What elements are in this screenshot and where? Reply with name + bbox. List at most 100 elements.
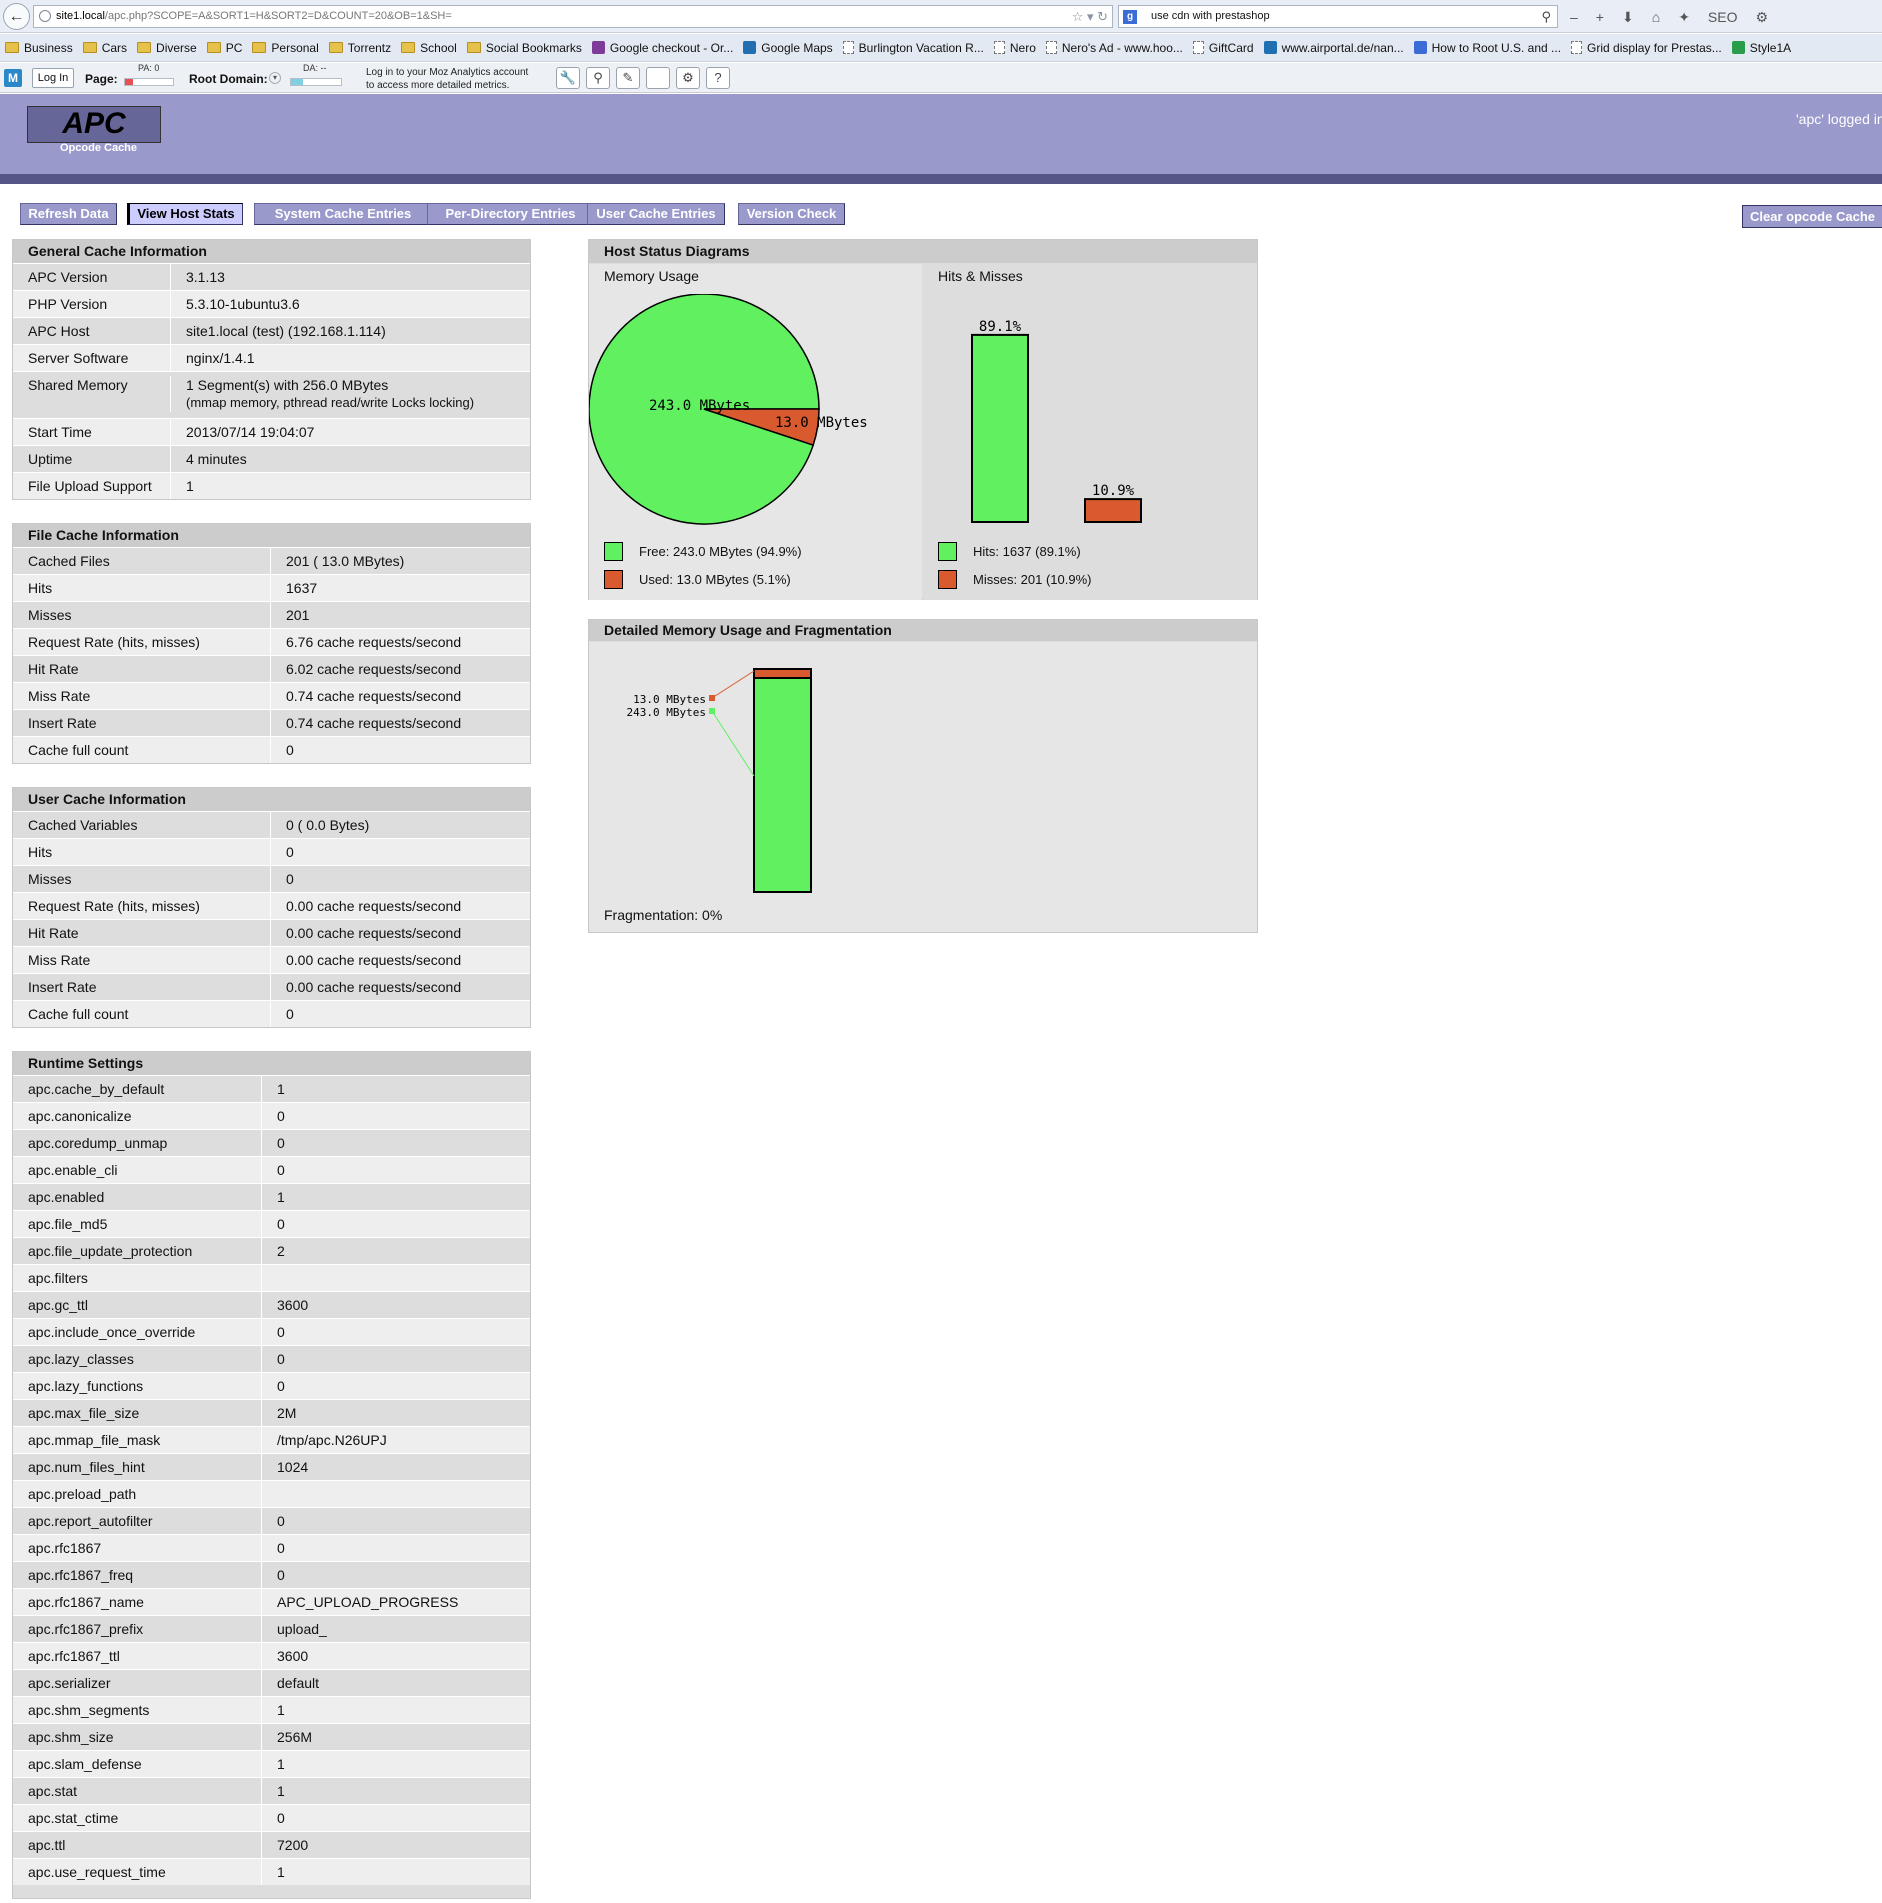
runtime-value: 1 (262, 1697, 285, 1723)
bookmark-item[interactable]: Grid display for Prestas... (1566, 41, 1727, 55)
magnifier-icon[interactable]: ⚲ (586, 67, 610, 89)
table-row: apc.serializer default (13, 1669, 530, 1696)
misses-swatch (938, 570, 957, 589)
tab-user-cache-entries[interactable]: User Cache Entries (587, 203, 725, 225)
back-icon[interactable]: ← (3, 3, 30, 30)
runtime-value-text: 2 (277, 1243, 285, 1259)
bookmark-star-icon[interactable]: ☆ ▾ ↻ (1072, 6, 1108, 27)
extension-icon[interactable]: ✦ (1678, 9, 1690, 26)
search-icon[interactable]: ⚲ (1541, 6, 1551, 27)
general-key: PHP Version (13, 291, 171, 317)
google-icon: g (1123, 10, 1137, 24)
download-icon[interactable]: ⬇ (1622, 9, 1634, 26)
seo-icon[interactable]: SEO (1708, 9, 1738, 25)
logged-in-status: 'apc' logged in (1796, 111, 1882, 127)
runtime-value: 1 (262, 1859, 285, 1885)
used-swatch (604, 570, 623, 589)
bookmark-item[interactable]: www.airportal.de/nan... (1259, 41, 1409, 55)
zoom-out-icon[interactable]: – (1570, 9, 1578, 25)
page-icon[interactable] (646, 67, 670, 89)
bookmark-item[interactable]: Personal (247, 41, 323, 55)
runtime-key: apc.max_file_size (13, 1400, 262, 1426)
runtime-value-text: 1 (277, 1189, 285, 1205)
runtime-value-text: 256M (277, 1729, 313, 1745)
apc-logo: APC (27, 106, 161, 143)
bookmark-item[interactable]: Google Maps (738, 41, 837, 55)
runtime-value-text: upload_ (277, 1621, 327, 1637)
moz-logo-icon[interactable]: M (4, 69, 22, 87)
tab-view-host-stats[interactable]: View Host Stats (127, 203, 243, 225)
bookmark-item[interactable]: Social Bookmarks (462, 41, 587, 55)
host-status-title: Host Status Diagrams (589, 240, 1257, 263)
table-row: apc.filters (13, 1264, 530, 1291)
frag-connector-used (711, 670, 755, 699)
runtime-settings: Runtime Settings apc.cache_by_default 1 apc… (12, 1051, 531, 1899)
runtime-key: apc.stat_ctime (13, 1805, 262, 1831)
bookmark-item[interactable]: Cars (78, 41, 132, 55)
url-bar[interactable]: site1.local/apc.php?SCOPE=A&SORT1=H&SORT… (33, 5, 1113, 28)
tab-version-check[interactable]: Version Check (738, 203, 845, 225)
runtime-key: apc.rfc1867_ttl (13, 1643, 262, 1669)
legend-misses: Misses: 201 (10.9%) (938, 570, 1092, 589)
bar-misses (1084, 498, 1142, 523)
table-row: Request Rate (hits, misses) 6.76 cache re… (13, 628, 530, 655)
bookmark-item[interactable]: Burlington Vacation R... (838, 41, 989, 55)
bookmark-item[interactable]: Diverse (132, 41, 202, 55)
runtime-key: apc.cache_by_default (13, 1076, 262, 1102)
settings-icon[interactable]: ⚙ (676, 67, 700, 89)
file-cache-value-text: 0.74 cache requests/second (286, 688, 462, 704)
general-value-text: 1 Segment(s) with 256.0 MBytes (186, 377, 389, 393)
bookmark-item[interactable]: Torrentz (324, 41, 396, 55)
user-cache-value: 0 ( 0.0 Bytes) (271, 812, 369, 838)
bookmark-item[interactable]: GiftCard (1188, 41, 1259, 55)
home-icon[interactable]: ⌂ (1652, 9, 1660, 25)
tab-system-cache-entries[interactable]: System Cache Entries (254, 203, 432, 225)
runtime-value: 0 (262, 1211, 285, 1237)
runtime-key: apc.rfc1867_name (13, 1589, 262, 1615)
pencil-icon[interactable]: ✎ (616, 67, 640, 89)
file-cache-value: 0.74 cache requests/second (271, 710, 461, 736)
runtime-value: /tmp/apc.N26UPJ (262, 1427, 387, 1453)
bookmark-item[interactable]: Nero's Ad - www.hoo... (1041, 41, 1188, 55)
bookmark-item[interactable]: Google checkout - Or... (587, 41, 738, 55)
zoom-in-icon[interactable]: + (1596, 9, 1604, 25)
bookmark-item[interactable]: School (396, 41, 462, 55)
runtime-value: 0 (262, 1562, 285, 1588)
table-row: apc.enable_cli 0 (13, 1156, 530, 1183)
tab-refresh-data[interactable]: Refresh Data (20, 203, 117, 225)
clear-opcode-cache-button[interactable]: Clear opcode Cache (1742, 205, 1882, 228)
table-row: Miss Rate 0.00 cache requests/second (13, 946, 530, 973)
chevron-down-icon[interactable]: ▾ (269, 72, 281, 84)
bookmark-item[interactable]: How to Root U.S. and ... (1409, 41, 1566, 55)
runtime-key: apc.lazy_functions (13, 1373, 262, 1399)
bookmark-item[interactable]: Style1A (1727, 41, 1796, 55)
table-row: apc.mmap_file_mask/tmp/apc.N26UPJ (13, 1426, 530, 1453)
user-cache-value-text: 0.00 cache requests/second (286, 952, 462, 968)
site-favicon-icon (591, 41, 605, 54)
general-value-text: 5.3.10-1ubuntu3.6 (186, 296, 300, 312)
wrench-icon[interactable]: 🔧 (556, 67, 580, 89)
folder-icon (5, 42, 19, 53)
help-icon[interactable]: ? (706, 67, 730, 89)
pie-label-free: 243.0 MBytes (649, 398, 750, 414)
moz-root-label: Root Domain: (189, 72, 268, 86)
table-row: apc.stat_ctime 0 (13, 1804, 530, 1831)
memory-pie-chart: 243.0 MBytes 13.0 MBytes (589, 294, 868, 525)
globe-icon (39, 10, 51, 22)
general-key: Server Software (13, 345, 171, 371)
bookmark-item[interactable]: Nero (989, 41, 1041, 55)
file-cache-key: Miss Rate (13, 683, 271, 709)
tab-per-directory-entries[interactable]: Per-Directory Entries (427, 203, 594, 225)
page-icon (993, 41, 1005, 54)
moz-login-button[interactable]: Log In (32, 68, 74, 88)
bookmark-item[interactable]: PC (202, 41, 248, 55)
file-cache-info: File Cache Information Cached Files 201 ( … (12, 523, 531, 764)
gear-icon[interactable]: ⚙ (1756, 9, 1769, 26)
table-row: Hits 0 (13, 838, 530, 865)
runtime-key: apc.preload_path (13, 1481, 262, 1507)
runtime-key: apc.gc_ttl (13, 1292, 262, 1318)
user-cache-key: Hit Rate (13, 920, 271, 946)
bookmark-item[interactable]: Business (0, 41, 78, 55)
general-value: nginx/1.4.1 (171, 345, 255, 371)
search-input[interactable]: g use cdn with prestashop ⚲ (1118, 5, 1558, 28)
